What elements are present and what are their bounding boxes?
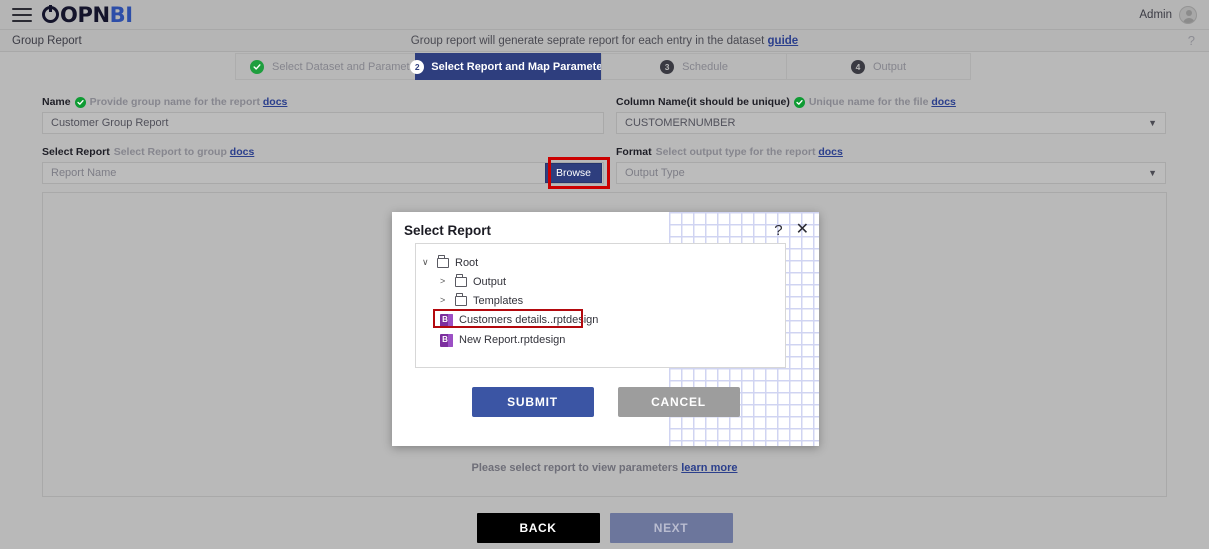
empty-state-text: Please select report to view parameters	[471, 462, 679, 474]
report-tree: Root Output Templates B Customers detail…	[415, 243, 786, 368]
submit-button[interactable]: SUBMIT	[471, 387, 594, 417]
tree-node-templates[interactable]: Templates	[416, 291, 785, 310]
step-number-badge: 4	[850, 59, 865, 74]
admin-label: Admin	[1139, 8, 1172, 21]
step-select-report-and-map-parameter[interactable]: 2 Select Report and Map Parameter	[410, 53, 607, 80]
user-avatar-icon[interactable]	[1179, 5, 1197, 24]
form-column-left: Name Provide group name for the report d…	[42, 96, 610, 189]
column-name-hint-text: Unique name for the file	[808, 96, 929, 108]
next-button[interactable]: NEXT	[609, 513, 733, 543]
top-bar-right: Admin	[1139, 5, 1197, 24]
cancel-button[interactable]: CANCEL	[617, 387, 740, 417]
column-name-docs-link[interactable]: docs	[931, 96, 956, 108]
name-hint: Provide group name for the report docs	[90, 96, 288, 108]
logo-mark-icon	[42, 5, 59, 23]
help-icon[interactable]: ?	[1188, 33, 1195, 48]
select-report-label: Select Report	[42, 146, 110, 158]
column-name-hint: Unique name for the file docs	[809, 96, 956, 108]
browse-button[interactable]: Browse	[544, 163, 602, 183]
wizard-stepper: Select Dataset and Parameter 2 Select Re…	[235, 53, 971, 80]
tree-node-root[interactable]: Root	[416, 253, 785, 272]
chevron-right-icon[interactable]	[440, 277, 449, 286]
tree-node-label: Root	[455, 256, 479, 269]
app-root: OPN BI Admin Group Report Group report wi…	[0, 0, 1209, 549]
step-select-dataset-and-parameter[interactable]: Select Dataset and Parameter	[235, 53, 419, 80]
format-label: Format	[616, 146, 652, 158]
form-area: Name Provide group name for the report d…	[42, 96, 1167, 189]
chevron-down-icon: ▼	[1148, 118, 1157, 128]
learn-more-link[interactable]: learn more	[681, 462, 737, 474]
report-file-icon: B	[440, 333, 453, 347]
name-input[interactable]: Customer Group Report	[42, 112, 604, 134]
column-name-select[interactable]: CUSTOMERNUMBER ▼	[616, 112, 1166, 134]
modal-title: Select Report	[404, 222, 492, 238]
tree-node-label: Customers details..rptdesign	[459, 314, 599, 326]
tree-node-label: Templates	[473, 294, 524, 307]
tree-node-label: Output	[473, 275, 507, 288]
hamburger-menu-icon[interactable]	[12, 7, 32, 22]
wizard-footer: BACK NEXT	[0, 513, 1209, 543]
page-description-text: Group report will generate seprate repor…	[410, 34, 765, 47]
step-label: Select Report and Map Parameter	[431, 60, 607, 73]
tree-node-output[interactable]: Output	[416, 272, 785, 291]
select-report-hint-text: Select Report to group	[113, 146, 227, 158]
name-hint-text: Provide group name for the report	[89, 96, 260, 108]
modal-close-icon[interactable]: ✕	[796, 222, 809, 238]
modal-header-actions: ? ✕	[774, 222, 809, 238]
column-name-label: Column Name(it should be unique)	[616, 96, 790, 108]
select-report-input[interactable]: Report Name	[42, 162, 604, 184]
select-report-modal: Select Report ? ✕ Root Output Templates	[392, 212, 819, 446]
folder-icon	[455, 293, 467, 306]
folder-icon	[437, 255, 449, 268]
format-docs-link[interactable]: docs	[818, 146, 843, 158]
back-button[interactable]: BACK	[476, 513, 600, 543]
step-schedule[interactable]: 3 Schedule	[601, 53, 786, 80]
step-number-badge: 2	[410, 59, 425, 74]
select-report-input-wrap: Report Name Browse	[42, 157, 610, 189]
app-logo[interactable]: OPN BI	[42, 3, 133, 27]
step-label: Select Dataset and Parameter	[272, 60, 420, 73]
tree-node-label: New Report.rptdesign	[459, 334, 566, 346]
valid-check-icon	[793, 96, 805, 108]
format-selected-value: Output Type	[625, 167, 685, 179]
chevron-right-icon[interactable]	[440, 296, 449, 305]
name-docs-link[interactable]: docs	[263, 96, 288, 108]
tree-node-new-report[interactable]: B New Report.rptdesign	[416, 330, 785, 350]
column-name-selected-value: CUSTOMERNUMBER	[625, 117, 736, 129]
tree-node-customers-details[interactable]: B Customers details..rptdesign	[416, 310, 785, 330]
guide-link[interactable]: guide	[768, 35, 799, 47]
name-label: Name	[42, 96, 71, 108]
step-output[interactable]: 4 Output	[786, 53, 971, 80]
step-label: Schedule	[682, 60, 728, 73]
empty-state-message: Please select report to view parameters …	[43, 462, 1166, 474]
step-label: Output	[872, 60, 907, 73]
check-circle-icon	[250, 59, 264, 74]
chevron-down-icon[interactable]	[422, 258, 431, 267]
step-number-badge: 3	[660, 59, 675, 74]
form-column-right: Column Name(it should be unique) Unique …	[604, 96, 1166, 184]
format-hint-text: Select output type for the report	[655, 146, 816, 158]
select-report-hint: Select Report to group docs	[114, 146, 255, 158]
logo-text-blue: BI	[109, 2, 133, 27]
format-select[interactable]: Output Type ▼	[616, 162, 1166, 184]
modal-footer: SUBMIT CANCEL	[392, 387, 819, 417]
valid-check-icon	[74, 96, 86, 108]
select-report-field-label: Select Report Select Report to group doc…	[42, 146, 604, 158]
modal-help-icon[interactable]: ?	[774, 223, 782, 238]
page-description: Group report will generate seprate repor…	[0, 35, 1209, 47]
folder-icon	[455, 274, 467, 287]
format-hint: Select output type for the report docs	[656, 146, 843, 158]
logo-text-dark: OPN	[60, 2, 110, 27]
top-bar: OPN BI Admin	[0, 0, 1209, 30]
report-file-icon: B	[440, 313, 453, 327]
select-report-docs-link[interactable]: docs	[230, 146, 255, 158]
column-name-field-label: Column Name(it should be unique) Unique …	[616, 96, 1166, 108]
chevron-down-icon: ▼	[1148, 168, 1157, 178]
sub-header: Group Report Group report will generate …	[0, 30, 1209, 52]
name-field-label: Name Provide group name for the report d…	[42, 96, 604, 108]
format-field-label: Format Select output type for the report…	[616, 146, 1166, 158]
